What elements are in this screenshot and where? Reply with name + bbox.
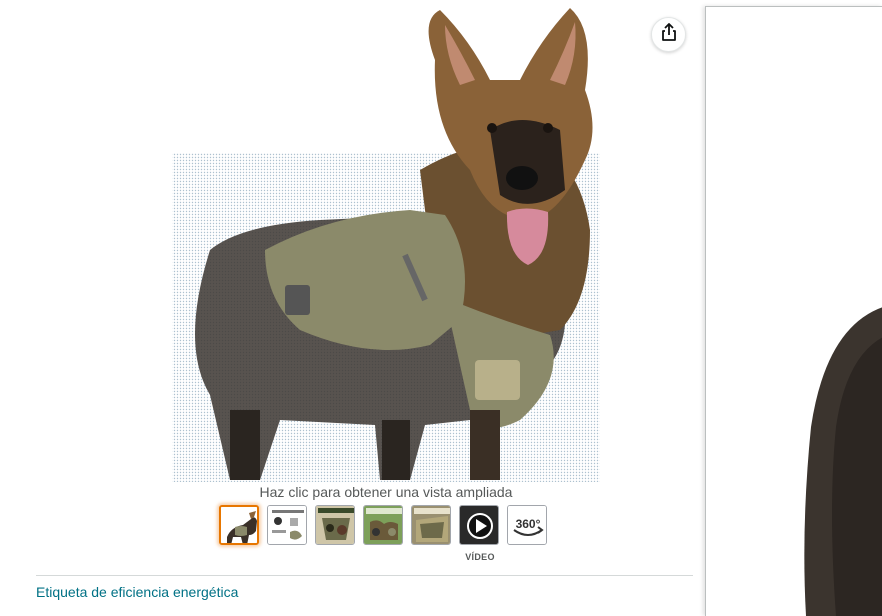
thumb-video[interactable] — [459, 505, 499, 545]
rotate-360-label: 360° — [516, 517, 541, 531]
thumb-detail-3[interactable] — [411, 505, 451, 545]
share-button[interactable] — [651, 17, 686, 52]
zoom-caption: Haz clic para obtener una vista ampliada — [259, 484, 513, 500]
video-label: VÍDEO — [465, 552, 495, 562]
share-icon — [660, 22, 678, 47]
thumb-size-chart[interactable] — [267, 505, 307, 545]
thumb-detail-2[interactable] — [363, 505, 403, 545]
divider — [36, 575, 693, 576]
thumb-dog-harness[interactable] — [219, 505, 259, 545]
energy-efficiency-label-link[interactable]: Etiqueta de eficiencia energética — [36, 584, 238, 600]
thumb-detail-1[interactable] — [315, 505, 355, 545]
thumb-360[interactable]: 360° — [507, 505, 547, 545]
main-product-image[interactable] — [170, 0, 602, 484]
zoom-preview-panel — [705, 6, 882, 616]
